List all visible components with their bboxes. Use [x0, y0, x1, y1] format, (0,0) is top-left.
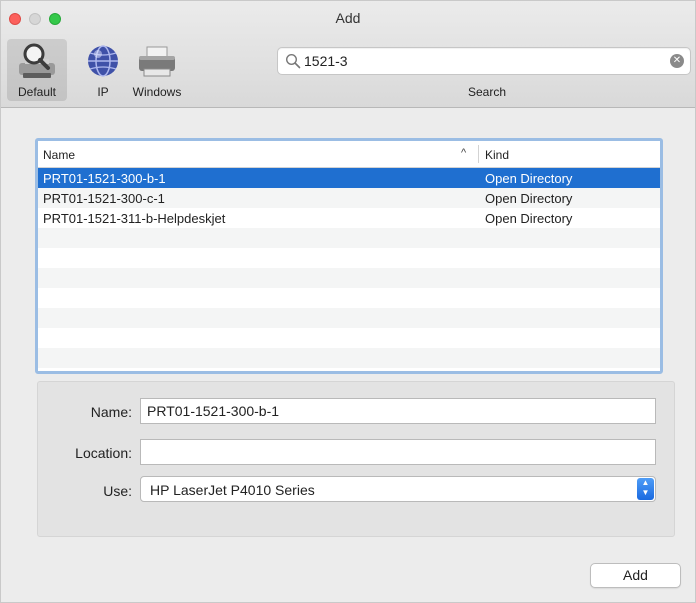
empty-row — [38, 228, 660, 248]
search-icon — [285, 53, 301, 69]
toolbar-default-button[interactable]: Default — [7, 39, 67, 101]
row-kind: Open Directory — [485, 211, 573, 226]
name-field[interactable] — [140, 398, 656, 424]
printer-list[interactable]: Name ^ Kind PRT01-1521-300-b-1 Open Dire… — [35, 138, 663, 374]
column-header-kind[interactable]: Kind — [485, 148, 509, 162]
empty-row — [38, 248, 660, 268]
sort-ascending-icon[interactable]: ^ — [461, 147, 466, 159]
row-name: PRT01-1521-300-c-1 — [43, 191, 165, 206]
toolbar-windows-label: Windows — [132, 85, 182, 99]
default-printer-search-icon — [19, 43, 55, 78]
location-label: Location: — [75, 445, 132, 461]
add-printer-window: Add Default IP Windows 1521-3 ✕ Search N… — [0, 0, 696, 603]
use-driver-value: HP LaserJet P4010 Series — [150, 482, 315, 498]
toolbar-windows-button[interactable]: Windows — [127, 39, 187, 101]
column-header-name[interactable]: Name — [43, 148, 75, 162]
empty-row — [38, 288, 660, 308]
row-kind: Open Directory — [485, 191, 573, 206]
use-driver-select[interactable]: HP LaserJet P4010 Series ▲ ▼ — [140, 476, 656, 502]
empty-row — [38, 268, 660, 288]
column-divider[interactable] — [478, 145, 479, 163]
search-label: Search — [467, 85, 507, 99]
windows-printer-icon — [139, 46, 175, 77]
clear-search-icon[interactable]: ✕ — [670, 54, 684, 68]
location-field[interactable] — [140, 439, 656, 465]
table-row[interactable]: PRT01-1521-300-b-1 Open Directory — [38, 168, 660, 188]
printer-details-panel: Name: Location: Use: HP LaserJet P4010 S… — [37, 381, 675, 537]
title-toolbar: Add Default IP Windows 1521-3 ✕ Search — [1, 1, 695, 108]
name-label: Name: — [90, 404, 132, 420]
list-header: Name ^ Kind — [38, 141, 660, 168]
use-label: Use: — [103, 483, 132, 499]
chevron-up-down-icon[interactable]: ▲ ▼ — [637, 478, 654, 500]
list-rows: PRT01-1521-300-b-1 Open Directory PRT01-… — [38, 168, 660, 368]
row-name: PRT01-1521-300-b-1 — [43, 171, 166, 186]
search-input[interactable] — [304, 51, 664, 71]
window-title: Add — [335, 10, 361, 26]
table-row[interactable]: PRT01-1521-300-c-1 Open Directory — [38, 188, 660, 208]
empty-row — [38, 348, 660, 368]
toolbar-ip-label: IP — [97, 85, 109, 99]
table-row[interactable]: PRT01-1521-311-b-Helpdeskjet Open Direct… — [38, 208, 660, 228]
empty-row — [38, 328, 660, 348]
search-box[interactable]: ✕ — [277, 47, 691, 75]
empty-row — [38, 308, 660, 328]
add-button[interactable]: Add — [590, 563, 681, 588]
toolbar-default-label: Default — [17, 85, 57, 99]
row-name: PRT01-1521-311-b-Helpdeskjet — [43, 211, 226, 226]
toolbar-ip-button[interactable]: IP — [73, 39, 133, 101]
globe-icon — [88, 45, 118, 77]
row-kind: Open Directory — [485, 171, 573, 186]
